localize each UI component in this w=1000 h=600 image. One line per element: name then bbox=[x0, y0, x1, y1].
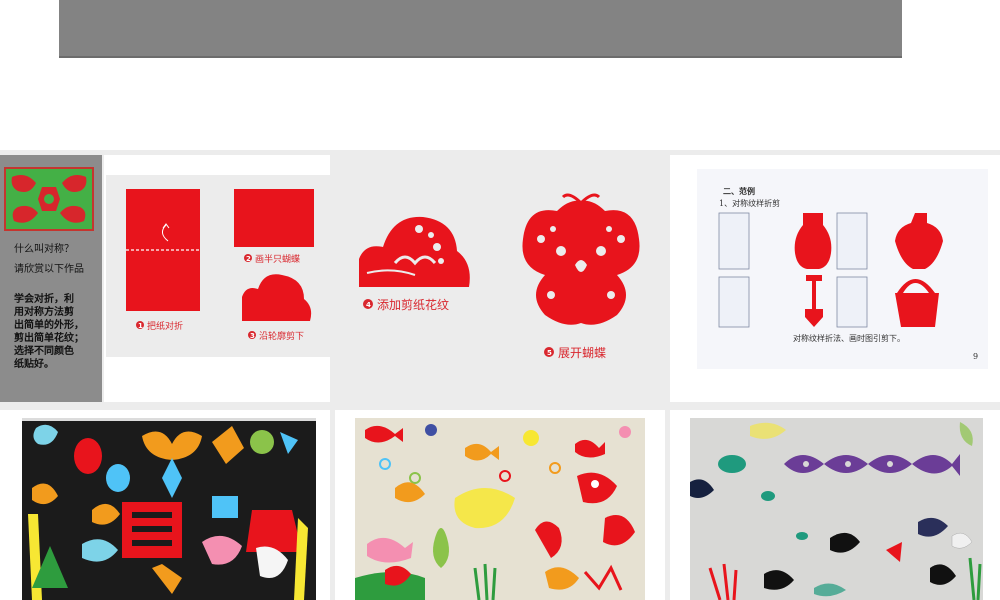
step-5-number: 5 bbox=[547, 349, 552, 357]
fish-wall-papercut-photo bbox=[690, 418, 983, 600]
cut-butterfly-half-shape bbox=[242, 274, 312, 321]
half-butterfly-pattern-shape bbox=[359, 216, 470, 287]
slide-page: 什么叫对称？ 请欣赏以下作品 学会对折，利 用对称方法剪 出简单的外形， 剪出简… bbox=[0, 0, 1000, 600]
basket-cutout-shape bbox=[895, 279, 939, 327]
step-5-caption: 展开蝴蝶 bbox=[558, 345, 606, 360]
papercut-thumbnail-image bbox=[4, 167, 94, 231]
examples-heading: 二、范例 bbox=[723, 186, 755, 196]
papercut-board-photo bbox=[22, 418, 316, 600]
step-1-caption: 把纸对折 bbox=[147, 320, 183, 332]
title-bar bbox=[59, 0, 902, 58]
examples-panel: 二、范例 1、对称纹样折剪 对称纹样折法、画时图引剪下。 9 bbox=[670, 155, 1000, 402]
papercut-pattern-graphic bbox=[6, 169, 92, 229]
butterfly-steps-image: 4 添加剪纸花纹 5 展开蝴蝶 bbox=[359, 193, 640, 360]
folding-steps-image: 1 把纸对折 2 画半只蝴蝶 3 沿轮廓剪下 bbox=[106, 175, 330, 357]
step-3-caption: 沿轮廓剪下 bbox=[259, 330, 304, 342]
artwork-photo-panel-1 bbox=[0, 410, 330, 600]
half-butterfly-paper-shape bbox=[234, 189, 314, 247]
step-2-caption: 画半只蝴蝶 bbox=[255, 253, 300, 265]
examples-subheading: 1、对称纹样折剪 bbox=[719, 198, 780, 208]
unfolded-butterfly-shape bbox=[522, 193, 640, 325]
intro-question: 什么叫对称？ bbox=[14, 244, 74, 255]
artwork-photo-panel-3 bbox=[670, 410, 1000, 600]
butterfly-steps-panel: 4 添加剪纸花纹 5 展开蝴蝶 bbox=[331, 155, 667, 402]
artwork-photo-panel-2 bbox=[335, 410, 665, 600]
folding-steps-panel: 1 把纸对折 2 画半只蝴蝶 3 沿轮廓剪下 bbox=[104, 155, 330, 402]
examples-page-number: 9 bbox=[973, 352, 978, 361]
ocean-papercut-photo bbox=[355, 418, 645, 600]
shovel-cutout-shape bbox=[805, 275, 823, 327]
step-4-number: 4 bbox=[366, 301, 371, 309]
vase-cutout-shape bbox=[794, 213, 832, 269]
step-4-caption: 添加剪纸花纹 bbox=[377, 297, 449, 312]
step-1-number: 1 bbox=[138, 322, 143, 330]
step-3-number: 3 bbox=[250, 332, 255, 340]
examples-footnote: 对称纹样折法、画时图引剪下。 bbox=[793, 333, 905, 343]
intro-description: 学会对折，利 用对称方法剪 出简单的外形， 剪出简单花纹； 选择不同颜色 纸贴好… bbox=[14, 294, 84, 370]
examples-image: 二、范例 1、对称纹样折剪 对称纹样折法、画时图引剪下。 9 bbox=[697, 169, 988, 369]
folding-diagram-outlines bbox=[718, 212, 868, 328]
urn-cutout-shape bbox=[895, 213, 943, 269]
intro-prompt: 请欣赏以下作品 bbox=[14, 264, 84, 275]
step-2-number: 2 bbox=[246, 255, 251, 263]
